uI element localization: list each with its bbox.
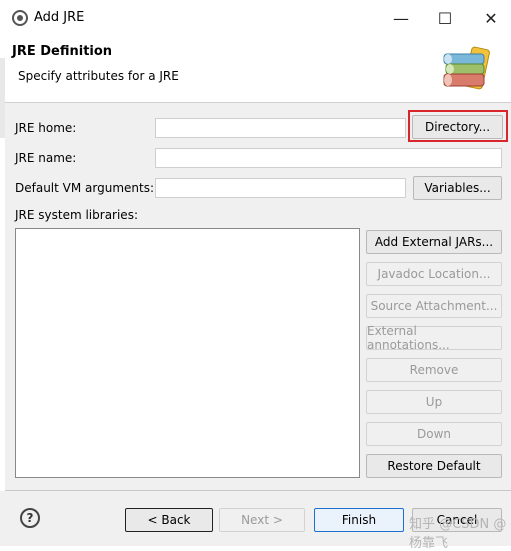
libraries-list[interactable]	[15, 228, 360, 478]
back-button[interactable]: < Back	[125, 508, 213, 532]
vm-args-label: Default VM arguments:	[15, 181, 155, 195]
banner-title: JRE Definition	[12, 44, 113, 59]
close-button[interactable]: ✕	[476, 6, 506, 30]
books-icon	[443, 46, 490, 90]
variables-button[interactable]: Variables...	[413, 176, 502, 200]
vm-args-field[interactable]	[155, 178, 406, 198]
external-annotations-button[interactable]: External annotations...	[366, 324, 502, 352]
down-button[interactable]: Down	[366, 422, 502, 446]
minimize-button[interactable]: —	[386, 6, 416, 30]
add-external-jars-button[interactable]: Add External JARs...	[366, 230, 502, 254]
window-title: Add JRE	[34, 10, 85, 25]
jre-name-label: JRE name:	[15, 151, 77, 165]
up-button[interactable]: Up	[366, 390, 502, 414]
jre-home-field[interactable]	[155, 118, 406, 138]
banner-description: Specify attributes for a JRE	[18, 69, 179, 83]
jre-home-label: JRE home:	[15, 121, 77, 135]
source-attachment-button[interactable]: Source Attachment...	[366, 294, 502, 318]
remove-button[interactable]: Remove	[366, 358, 502, 382]
directory-button[interactable]: Directory...	[412, 115, 503, 139]
restore-default-button[interactable]: Restore Default	[366, 454, 502, 478]
javadoc-location-button[interactable]: Javadoc Location...	[366, 262, 502, 286]
jre-name-field[interactable]	[155, 148, 502, 168]
help-icon[interactable]: ?	[20, 508, 40, 528]
maximize-button[interactable]: ☐	[430, 6, 460, 30]
eclipse-icon	[12, 10, 28, 26]
libraries-label: JRE system libraries:	[15, 208, 138, 222]
next-button[interactable]: Next >	[219, 508, 305, 532]
watermark-text: 知乎 @CSDN @杨靠飞	[409, 517, 507, 551]
finish-button[interactable]: Finish	[314, 508, 404, 532]
